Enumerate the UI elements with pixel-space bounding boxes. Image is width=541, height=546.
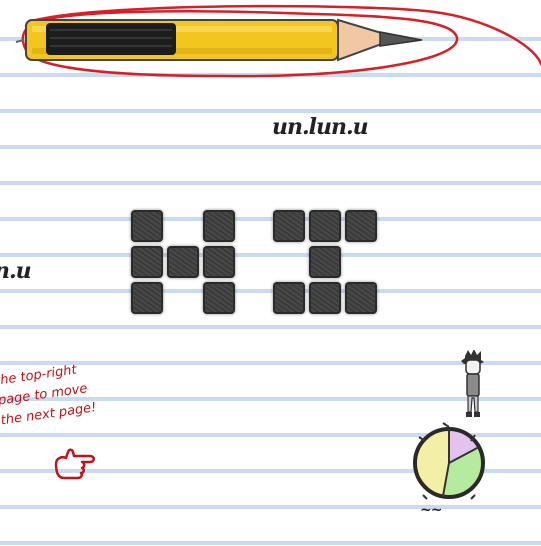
block-tile <box>203 282 235 314</box>
pencil-toolbar[interactable] <box>14 4 541 84</box>
block-tile <box>131 282 163 314</box>
block-tile <box>131 246 163 278</box>
block-tile <box>131 210 163 242</box>
pencil-icon[interactable] <box>14 4 541 84</box>
scribble-left: n.u <box>0 258 32 284</box>
pointing-hand-icon <box>52 444 98 488</box>
clock-timer-icon[interactable] <box>408 420 490 506</box>
block-tile <box>273 210 305 242</box>
block-tile <box>167 246 199 278</box>
scribble-bottom: ~~ <box>420 502 442 518</box>
block-tile <box>203 246 235 278</box>
block-tile <box>345 210 377 242</box>
block-tile <box>309 246 341 278</box>
scribble-top: un.lun.u <box>272 114 369 140</box>
block-tile <box>309 282 341 314</box>
block-tile <box>345 282 377 314</box>
block-tile <box>203 210 235 242</box>
block-grid: HI <box>131 210 381 315</box>
block-tile <box>273 282 305 314</box>
block-tile <box>309 210 341 242</box>
character-sprite[interactable] <box>456 349 490 426</box>
